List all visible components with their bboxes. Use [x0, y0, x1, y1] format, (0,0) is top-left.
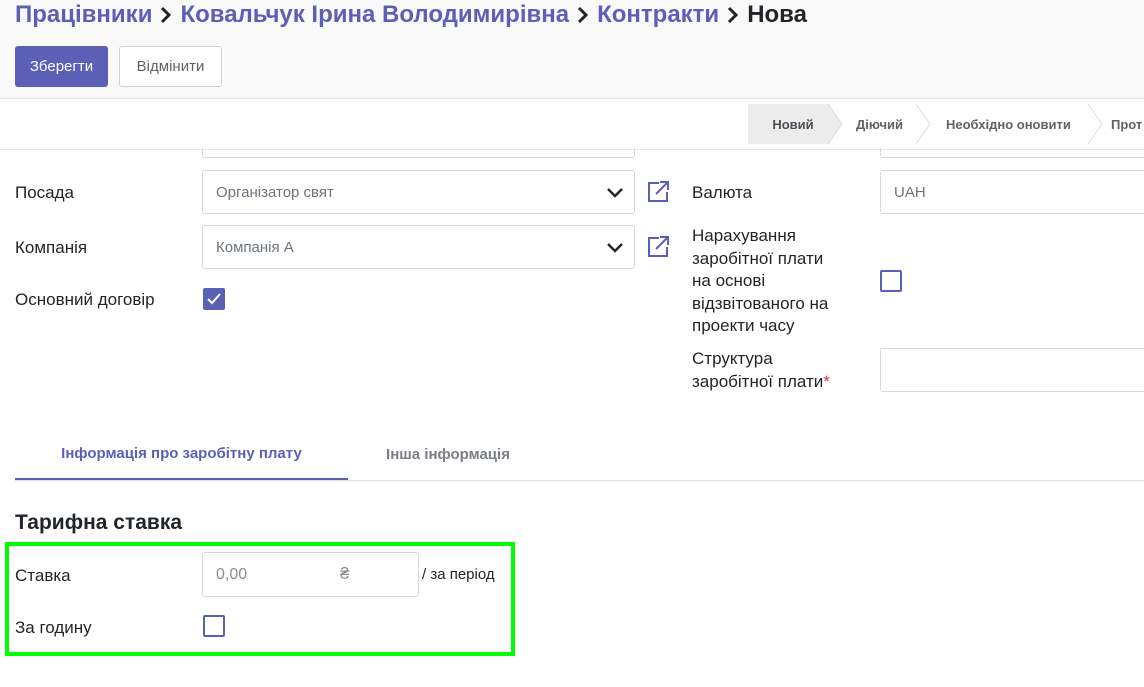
breadcrumb: Працівники Ковальчук Ірина Володимирівна…: [15, 0, 807, 30]
tab-salary-info[interactable]: Інформація про заробітну плату: [15, 428, 348, 480]
breadcrumb-contracts-link[interactable]: Контракти: [597, 1, 719, 29]
period-text: / за період: [422, 566, 495, 583]
label-line: Нарахування: [692, 226, 796, 245]
stage-to-renew-label: Необхідно оновити: [946, 116, 1071, 132]
main-contract-checkbox[interactable]: [203, 288, 225, 310]
stage-active-label: Діючий: [856, 116, 904, 132]
label-line: проекти часу: [692, 316, 795, 335]
chevron-right-icon: [727, 6, 739, 24]
timesheet-payroll-checkbox[interactable]: [880, 270, 902, 292]
field-edge: [202, 148, 635, 158]
check-icon: [207, 293, 221, 305]
hourly-checkbox[interactable]: [203, 615, 225, 637]
salary-structure-label: Структура заробітної плати*: [692, 348, 872, 393]
chevron-down-icon: [607, 243, 623, 253]
save-button[interactable]: Зберегти: [15, 46, 108, 87]
field-edge: [880, 148, 1144, 158]
external-link-icon[interactable]: [647, 180, 671, 204]
breadcrumb-current: Нова: [747, 1, 807, 28]
label-line: на основі: [692, 271, 766, 290]
company-select[interactable]: Компанія A: [202, 225, 635, 269]
currency-symbol: ₴: [340, 564, 350, 583]
breadcrumb-employees-link[interactable]: Працівники: [15, 1, 152, 29]
section-title: Тарифна ставка: [15, 511, 183, 534]
timesheet-payroll-label: Нарахування заробітної плати на основі в…: [692, 225, 872, 338]
currency-value: UAH: [894, 184, 926, 201]
external-link-icon[interactable]: [647, 235, 671, 259]
status-bar: Новий Діючий Необхідно оновити Прот: [0, 99, 1144, 150]
label-line: відзвітованого на: [692, 293, 829, 313]
rate-label: Ставка: [15, 566, 71, 585]
stage-expired-label: Прот: [1111, 116, 1143, 132]
position-select[interactable]: Організатор свят: [202, 170, 635, 214]
stage-arrow-icon: [1088, 104, 1102, 144]
stage-arrow-icon: [828, 104, 842, 144]
notebook-tabs: Інформація про заробітну плату Інша інфо…: [15, 428, 1144, 481]
label-line: Структура: [692, 349, 773, 368]
position-value: Організатор свят: [216, 184, 334, 201]
salary-structure-select[interactable]: [880, 348, 1144, 392]
tab-other-info[interactable]: Інша інформація: [348, 428, 548, 480]
main-contract-label: Основний договір: [15, 290, 155, 309]
stage-to-renew[interactable]: Необхідно оновити: [946, 104, 1071, 144]
label-line-text: заробітної плати: [692, 371, 824, 391]
stage-expired[interactable]: Прот: [1111, 104, 1142, 144]
stage-arrow-icon: [916, 104, 930, 144]
stage-active[interactable]: Діючий: [856, 104, 903, 144]
company-label: Компанія: [15, 238, 88, 257]
breadcrumb-employee-link[interactable]: Ковальчук Ірина Володимирівна: [180, 1, 569, 29]
currency-field[interactable]: UAH: [880, 170, 1144, 214]
chevron-right-icon: [160, 6, 172, 24]
label-line: заробітної плати: [692, 248, 824, 268]
currency-label: Валюта: [692, 183, 753, 202]
stage-new-label: Новий: [772, 116, 814, 132]
rate-value: 0,00: [216, 566, 248, 583]
required-mark: *: [823, 371, 830, 391]
control-panel: Працівники Ковальчук Ірина Володимирівна…: [0, 0, 1144, 99]
chevron-right-icon: [577, 6, 589, 24]
label-line: заробітної плати*: [692, 371, 872, 394]
stage-new[interactable]: Новий: [748, 104, 828, 144]
position-label: Посада: [15, 183, 75, 202]
chevron-down-icon: [607, 188, 623, 198]
company-value: Компанія A: [216, 239, 294, 256]
discard-button[interactable]: Відмінити: [119, 46, 222, 87]
hourly-label: За годину: [15, 618, 92, 637]
rate-input[interactable]: 0,00 ₴: [202, 552, 419, 597]
